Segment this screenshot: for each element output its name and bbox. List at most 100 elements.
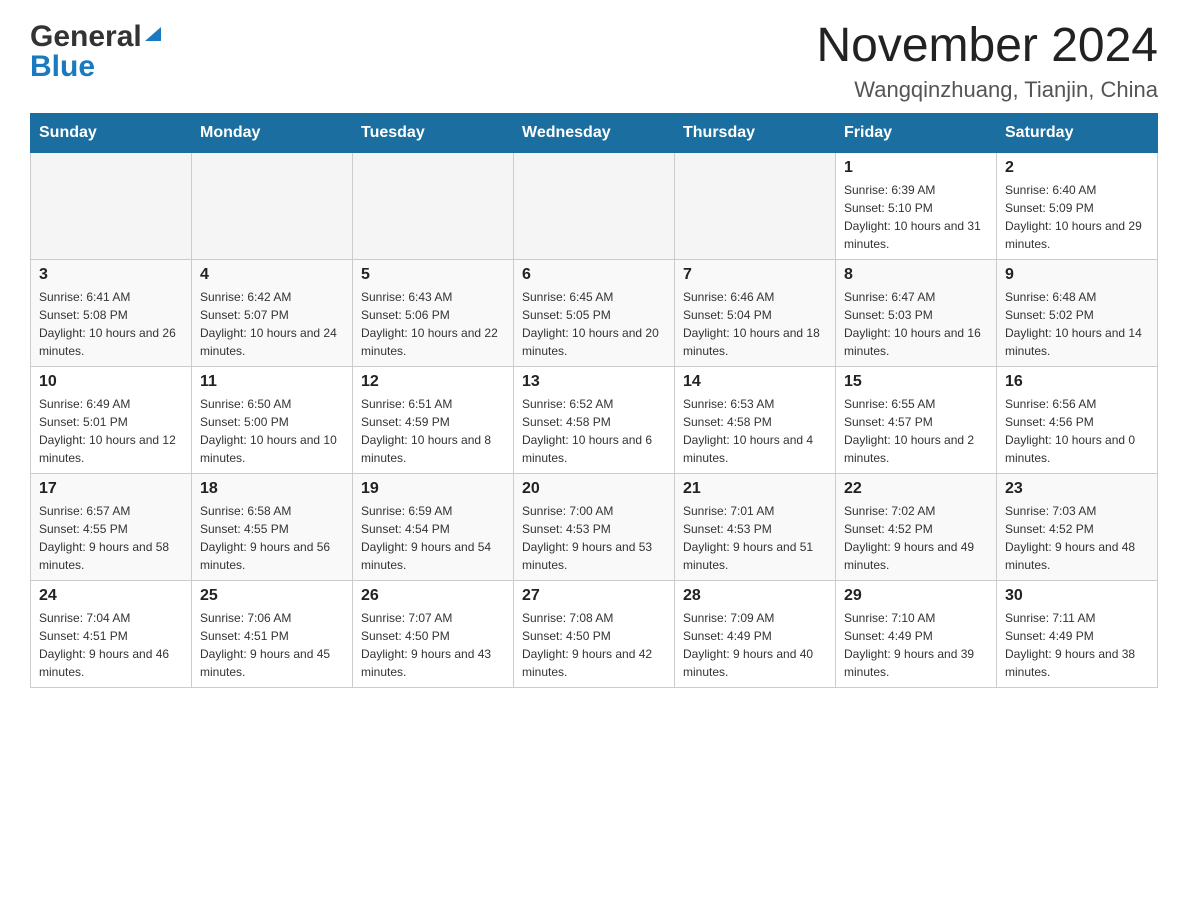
- day-info: Sunrise: 6:57 AMSunset: 4:55 PMDaylight:…: [39, 502, 183, 574]
- col-wednesday: Wednesday: [514, 113, 675, 152]
- day-number: 28: [683, 587, 827, 605]
- table-row: 5 Sunrise: 6:43 AMSunset: 5:06 PMDaylight…: [353, 259, 514, 366]
- day-info: Sunrise: 6:48 AMSunset: 5:02 PMDaylight:…: [1005, 288, 1149, 360]
- calendar-week-row: 17 Sunrise: 6:57 AMSunset: 4:55 PMDayligh…: [31, 473, 1158, 580]
- logo: General Blue: [30, 20, 164, 84]
- logo-general: General: [30, 20, 142, 54]
- table-row: 2 Sunrise: 6:40 AMSunset: 5:09 PMDaylight…: [997, 152, 1158, 259]
- day-number: 27: [522, 587, 666, 605]
- table-row: 20Sunrise: 7:00 AMSunset: 4:53 PMDayligh…: [514, 473, 675, 580]
- table-row: [353, 152, 514, 259]
- table-row: 1Sunrise: 6:39 AMSunset: 5:10 PMDaylight…: [836, 152, 997, 259]
- calendar-week-row: 24 Sunrise: 7:04 AMSunset: 4:51 PMDayligh…: [31, 580, 1158, 687]
- page-header: General Blue November 2024 Wangqinzhuang…: [30, 20, 1158, 103]
- table-row: 28 Sunrise: 7:09 AMSunset: 4:49 PMDayligh…: [675, 580, 836, 687]
- day-number: 20: [522, 480, 666, 498]
- day-number: 7: [683, 266, 827, 284]
- table-row: 8Sunrise: 6:47 AMSunset: 5:03 PMDaylight…: [836, 259, 997, 366]
- day-info: Sunrise: 6:39 AMSunset: 5:10 PMDaylight:…: [844, 181, 988, 253]
- table-row: 22 Sunrise: 7:02 AMSunset: 4:52 PMDayligh…: [836, 473, 997, 580]
- table-row: 25 Sunrise: 7:06 AMSunset: 4:51 PMDayligh…: [192, 580, 353, 687]
- day-info: Sunrise: 7:04 AMSunset: 4:51 PMDaylight:…: [39, 609, 183, 681]
- day-number: 8: [844, 266, 988, 284]
- col-thursday: Thursday: [675, 113, 836, 152]
- calendar-week-row: 1Sunrise: 6:39 AMSunset: 5:10 PMDaylight…: [31, 152, 1158, 259]
- day-number: 2: [1005, 159, 1149, 177]
- day-info: Sunrise: 6:50 AMSunset: 5:00 PMDaylight:…: [200, 395, 344, 467]
- table-row: 16Sunrise: 6:56 AMSunset: 4:56 PMDayligh…: [997, 366, 1158, 473]
- day-number: 22: [844, 480, 988, 498]
- day-number: 26: [361, 587, 505, 605]
- day-number: 14: [683, 373, 827, 391]
- day-info: Sunrise: 6:46 AMSunset: 5:04 PMDaylight:…: [683, 288, 827, 360]
- day-number: 21: [683, 480, 827, 498]
- day-info: Sunrise: 6:42 AMSunset: 5:07 PMDaylight:…: [200, 288, 344, 360]
- day-info: Sunrise: 6:43 AMSunset: 5:06 PMDaylight:…: [361, 288, 505, 360]
- day-number: 19: [361, 480, 505, 498]
- table-row: 29Sunrise: 7:10 AMSunset: 4:49 PMDayligh…: [836, 580, 997, 687]
- day-number: 30: [1005, 587, 1149, 605]
- logo-blue: Blue: [30, 50, 95, 84]
- table-row: 26 Sunrise: 7:07 AMSunset: 4:50 PMDayligh…: [353, 580, 514, 687]
- day-info: Sunrise: 7:03 AMSunset: 4:52 PMDaylight:…: [1005, 502, 1149, 574]
- day-number: 18: [200, 480, 344, 498]
- day-info: Sunrise: 6:55 AMSunset: 4:57 PMDaylight:…: [844, 395, 988, 467]
- col-monday: Monday: [192, 113, 353, 152]
- day-number: 24: [39, 587, 183, 605]
- month-year-title: November 2024: [816, 20, 1158, 73]
- table-row: 9 Sunrise: 6:48 AMSunset: 5:02 PMDaylight…: [997, 259, 1158, 366]
- logo-triangle-icon: [143, 23, 163, 43]
- col-friday: Friday: [836, 113, 997, 152]
- day-number: 5: [361, 266, 505, 284]
- day-info: Sunrise: 6:56 AMSunset: 4:56 PMDaylight:…: [1005, 395, 1149, 467]
- table-row: 7 Sunrise: 6:46 AMSunset: 5:04 PMDaylight…: [675, 259, 836, 366]
- table-row: 23 Sunrise: 7:03 AMSunset: 4:52 PMDayligh…: [997, 473, 1158, 580]
- col-sunday: Sunday: [31, 113, 192, 152]
- table-row: 17 Sunrise: 6:57 AMSunset: 4:55 PMDayligh…: [31, 473, 192, 580]
- day-number: 23: [1005, 480, 1149, 498]
- day-info: Sunrise: 6:59 AMSunset: 4:54 PMDaylight:…: [361, 502, 505, 574]
- calendar-table: Sunday Monday Tuesday Wednesday Thursday…: [30, 113, 1158, 688]
- table-row: 30Sunrise: 7:11 AMSunset: 4:49 PMDayligh…: [997, 580, 1158, 687]
- table-row: 24 Sunrise: 7:04 AMSunset: 4:51 PMDayligh…: [31, 580, 192, 687]
- day-info: Sunrise: 6:49 AMSunset: 5:01 PMDaylight:…: [39, 395, 183, 467]
- calendar-header-row: Sunday Monday Tuesday Wednesday Thursday…: [31, 113, 1158, 152]
- table-row: 18 Sunrise: 6:58 AMSunset: 4:55 PMDayligh…: [192, 473, 353, 580]
- day-info: Sunrise: 7:10 AMSunset: 4:49 PMDaylight:…: [844, 609, 988, 681]
- table-row: 12 Sunrise: 6:51 AMSunset: 4:59 PMDayligh…: [353, 366, 514, 473]
- table-row: 13Sunrise: 6:52 AMSunset: 4:58 PMDayligh…: [514, 366, 675, 473]
- table-row: 10 Sunrise: 6:49 AMSunset: 5:01 PMDayligh…: [31, 366, 192, 473]
- day-info: Sunrise: 6:53 AMSunset: 4:58 PMDaylight:…: [683, 395, 827, 467]
- day-number: 17: [39, 480, 183, 498]
- calendar-week-row: 3Sunrise: 6:41 AMSunset: 5:08 PMDaylight…: [31, 259, 1158, 366]
- day-info: Sunrise: 7:08 AMSunset: 4:50 PMDaylight:…: [522, 609, 666, 681]
- table-row: [675, 152, 836, 259]
- day-number: 4: [200, 266, 344, 284]
- col-tuesday: Tuesday: [353, 113, 514, 152]
- title-block: November 2024 Wangqinzhuang, Tianjin, Ch…: [816, 20, 1158, 103]
- day-info: Sunrise: 7:06 AMSunset: 4:51 PMDaylight:…: [200, 609, 344, 681]
- day-info: Sunrise: 6:51 AMSunset: 4:59 PMDaylight:…: [361, 395, 505, 467]
- day-number: 15: [844, 373, 988, 391]
- day-info: Sunrise: 6:58 AMSunset: 4:55 PMDaylight:…: [200, 502, 344, 574]
- table-row: 19 Sunrise: 6:59 AMSunset: 4:54 PMDayligh…: [353, 473, 514, 580]
- day-info: Sunrise: 7:01 AMSunset: 4:53 PMDaylight:…: [683, 502, 827, 574]
- day-info: Sunrise: 7:07 AMSunset: 4:50 PMDaylight:…: [361, 609, 505, 681]
- day-number: 10: [39, 373, 183, 391]
- day-info: Sunrise: 6:40 AMSunset: 5:09 PMDaylight:…: [1005, 181, 1149, 253]
- calendar-week-row: 10 Sunrise: 6:49 AMSunset: 5:01 PMDayligh…: [31, 366, 1158, 473]
- table-row: 11 Sunrise: 6:50 AMSunset: 5:00 PMDayligh…: [192, 366, 353, 473]
- table-row: 27 Sunrise: 7:08 AMSunset: 4:50 PMDayligh…: [514, 580, 675, 687]
- day-number: 9: [1005, 266, 1149, 284]
- day-number: 25: [200, 587, 344, 605]
- day-info: Sunrise: 6:52 AMSunset: 4:58 PMDaylight:…: [522, 395, 666, 467]
- day-info: Sunrise: 7:09 AMSunset: 4:49 PMDaylight:…: [683, 609, 827, 681]
- table-row: 21 Sunrise: 7:01 AMSunset: 4:53 PMDayligh…: [675, 473, 836, 580]
- table-row: [514, 152, 675, 259]
- day-number: 12: [361, 373, 505, 391]
- day-info: Sunrise: 7:02 AMSunset: 4:52 PMDaylight:…: [844, 502, 988, 574]
- day-info: Sunrise: 6:45 AMSunset: 5:05 PMDaylight:…: [522, 288, 666, 360]
- table-row: 3Sunrise: 6:41 AMSunset: 5:08 PMDaylight…: [31, 259, 192, 366]
- table-row: [192, 152, 353, 259]
- day-number: 11: [200, 373, 344, 391]
